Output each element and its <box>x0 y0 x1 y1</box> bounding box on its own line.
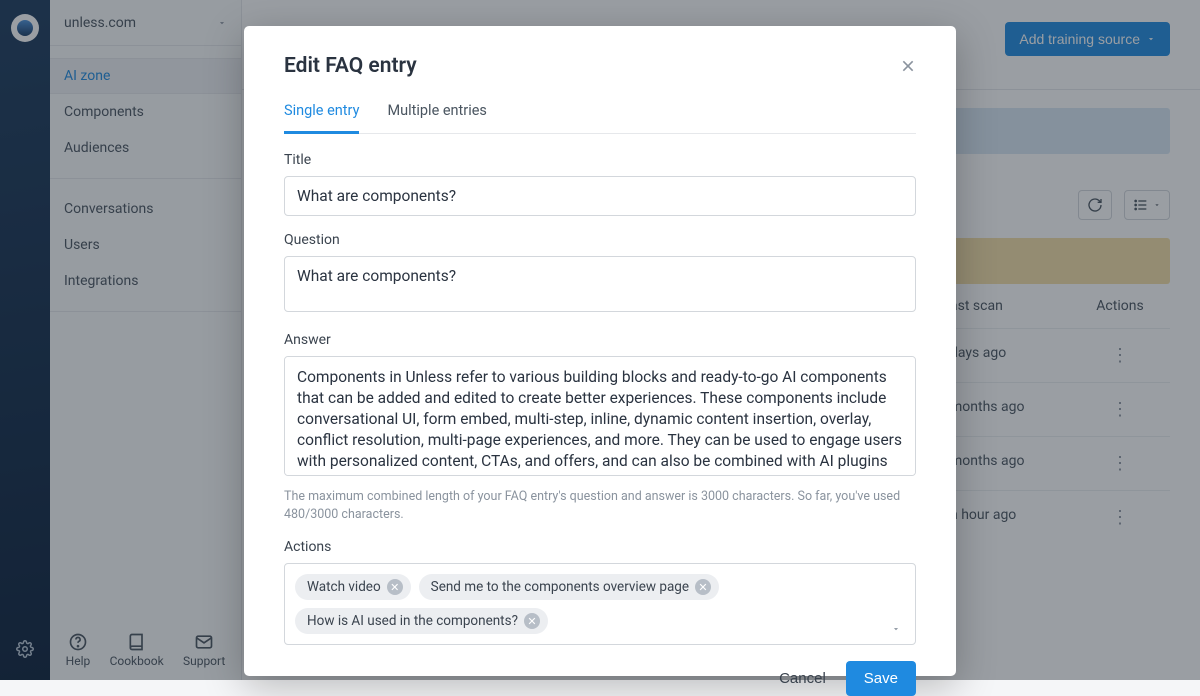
actions-dropdown-caret[interactable] <box>891 620 905 634</box>
caret-down-icon <box>891 624 901 634</box>
title-input[interactable] <box>284 176 916 216</box>
label-question: Question <box>284 232 916 248</box>
tab-multiple-entries[interactable]: Multiple entries <box>387 102 486 133</box>
modal-title: Edit FAQ entry <box>284 54 417 78</box>
remove-pill-icon[interactable]: ✕ <box>695 579 711 595</box>
modal-overlay: Edit FAQ entry Single entry Multiple ent… <box>0 0 1200 680</box>
label-title: Title <box>284 152 916 168</box>
pill-label: How is AI used in the components? <box>307 613 518 629</box>
close-icon <box>900 58 916 74</box>
cancel-button[interactable]: Cancel <box>779 670 826 687</box>
action-pill[interactable]: Send me to the components overview page … <box>419 574 719 600</box>
tab-single-entry[interactable]: Single entry <box>284 102 359 134</box>
label-answer: Answer <box>284 332 916 348</box>
label-actions: Actions <box>284 539 916 555</box>
action-pill[interactable]: How is AI used in the components? ✕ <box>295 608 548 634</box>
pill-label: Send me to the components overview page <box>431 579 689 595</box>
edit-faq-modal: Edit FAQ entry Single entry Multiple ent… <box>244 26 956 676</box>
action-pill[interactable]: Watch video ✕ <box>295 574 411 600</box>
close-button[interactable] <box>900 58 916 74</box>
tab-label: Single entry <box>284 102 359 119</box>
answer-textarea[interactable]: Components in Unless refer to various bu… <box>284 356 916 476</box>
modal-tabs: Single entry Multiple entries <box>284 102 916 134</box>
pill-label: Watch video <box>307 579 381 595</box>
save-button[interactable]: Save <box>846 661 916 696</box>
remove-pill-icon[interactable]: ✕ <box>387 579 403 595</box>
char-count-help: The maximum combined length of your FAQ … <box>284 488 916 523</box>
tab-label: Multiple entries <box>387 102 486 119</box>
question-textarea[interactable]: What are components? <box>284 256 916 312</box>
remove-pill-icon[interactable]: ✕ <box>524 613 540 629</box>
actions-field[interactable]: Watch video ✕ Send me to the components … <box>284 563 916 645</box>
